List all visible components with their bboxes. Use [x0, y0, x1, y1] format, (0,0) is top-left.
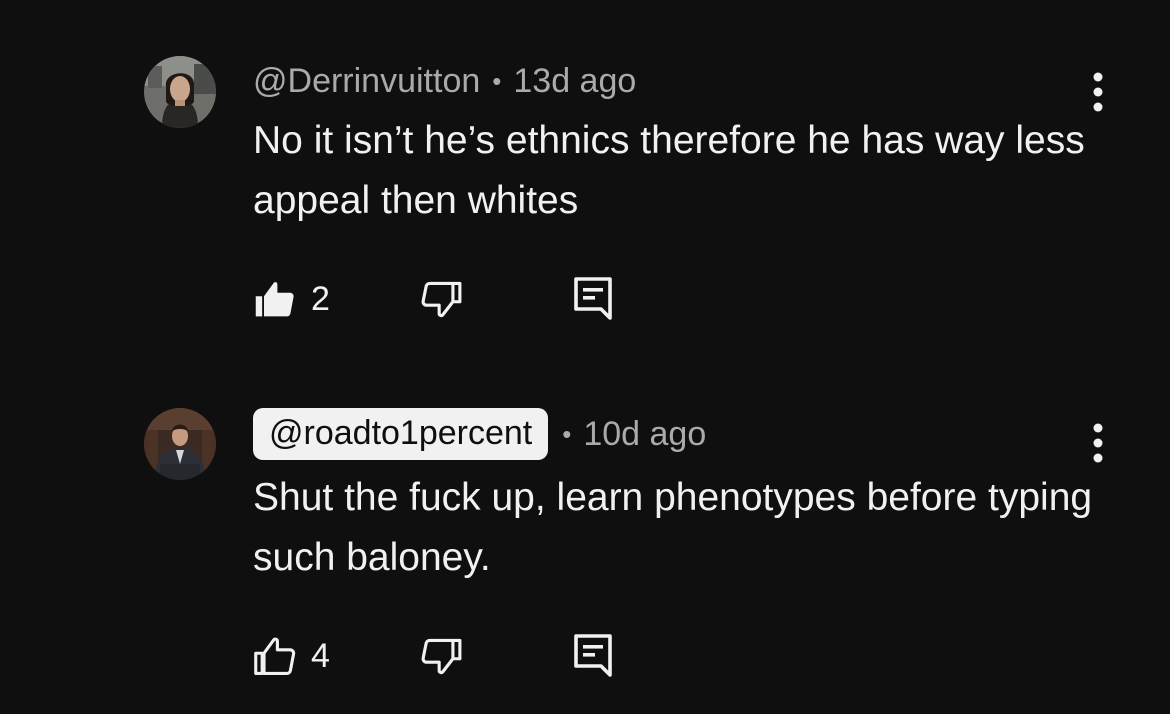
comment-text: Shut the fuck up, learn phenotypes befor…	[253, 476, 1093, 579]
comment-item: @roadto1percent • 10d ago Shut the fuck …	[0, 357, 1170, 714]
thumbs-down-icon	[421, 281, 462, 318]
comment-meta: @Derrinvuitton • 13d ago	[253, 58, 636, 104]
comment-actions: 2	[253, 272, 653, 326]
comment-actions: 4	[253, 629, 653, 683]
thumbs-down-icon	[421, 638, 462, 675]
profile-photo-icon	[144, 408, 216, 480]
separator-dot: •	[562, 418, 572, 449]
reply-comment-icon	[574, 277, 612, 320]
profile-photo-icon	[144, 56, 216, 128]
comment-time[interactable]: 13d ago	[513, 62, 636, 101]
comment-time[interactable]: 10d ago	[583, 415, 706, 454]
more-vertical-icon	[1093, 72, 1103, 112]
avatar[interactable]	[144, 408, 216, 480]
like-count: 4	[311, 636, 330, 675]
avatar[interactable]	[144, 56, 216, 128]
comment-item: @Derrinvuitton • 13d ago No it isn’t he’…	[0, 0, 1170, 357]
author-handle-highlighted[interactable]: @roadto1percent	[253, 408, 549, 460]
dislike-button[interactable]	[419, 272, 463, 326]
author-handle[interactable]: @Derrinvuitton	[253, 62, 480, 101]
more-vertical-icon	[1093, 423, 1103, 463]
thumbs-up-icon	[254, 637, 296, 675]
separator-dot: •	[492, 65, 502, 96]
comment-text: No it isn’t he’s ethnics therefore he ha…	[253, 119, 1085, 222]
like-button[interactable]: 4	[253, 629, 330, 683]
thumbs-up-icon	[255, 282, 294, 317]
like-button[interactable]: 2	[253, 272, 330, 326]
dislike-button[interactable]	[419, 629, 463, 683]
comment-menu-button[interactable]	[1080, 66, 1116, 118]
comment-menu-button[interactable]	[1080, 417, 1116, 469]
reply-button[interactable]	[573, 629, 613, 683]
reply-comment-icon	[574, 634, 612, 677]
like-count: 2	[311, 279, 330, 318]
comment-meta: @roadto1percent • 10d ago	[253, 407, 706, 461]
reply-button[interactable]	[573, 272, 613, 326]
